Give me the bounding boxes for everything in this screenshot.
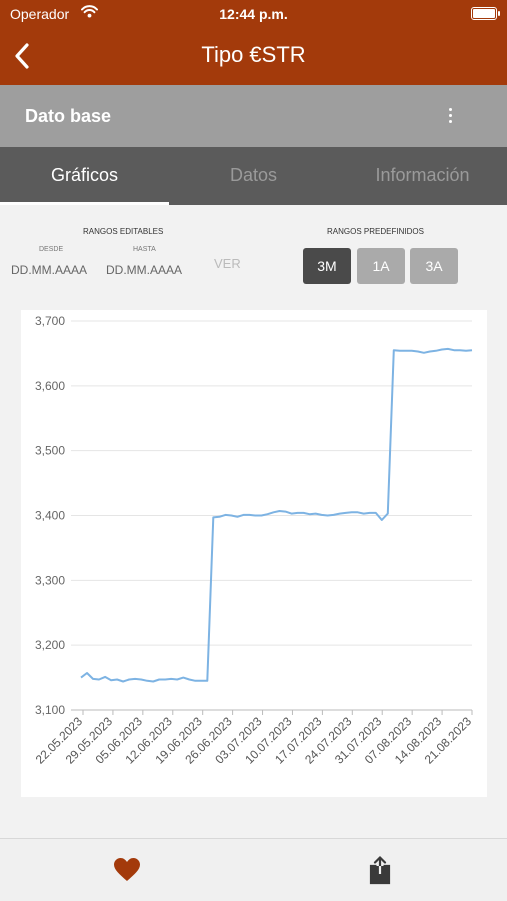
tab-bar: Gráficos Datos Información (0, 147, 507, 205)
predefined-ranges-title: RANGOS PREDEFINIDOS (327, 227, 424, 236)
more-vertical-icon (443, 108, 457, 123)
y-tick-label: 3,700 (35, 314, 65, 328)
tab-graficos[interactable]: Gráficos (0, 147, 169, 205)
battery-icon (471, 7, 500, 20)
y-tick-label: 3,200 (35, 638, 65, 652)
line-chart: 3,1003,2003,3003,4003,5003,6003,70022.05… (33, 314, 475, 767)
from-date-field[interactable]: DD.MM.AAAA (11, 263, 87, 277)
from-label: DESDE (39, 246, 64, 253)
bottom-bar (0, 838, 507, 901)
more-button[interactable] (443, 105, 457, 127)
page-title: Tipo €STR (201, 42, 306, 67)
heart-icon (113, 858, 141, 887)
y-tick-label: 3,300 (35, 573, 65, 587)
status-time: 12:44 p.m. (219, 6, 288, 22)
to-label: HASTA (133, 246, 156, 253)
tab-informacion[interactable]: Información (338, 147, 507, 205)
range-1a-button[interactable]: 1A (357, 248, 405, 284)
range-controls: RANGOS EDITABLES DESDE HASTA DD.MM.AAAA … (0, 205, 507, 305)
status-bar: Operador 12:44 p.m. (0, 0, 507, 28)
range-3a-button[interactable]: 3A (410, 248, 458, 284)
y-tick-label: 3,600 (35, 379, 65, 393)
sub-header: Dato base (0, 85, 507, 147)
share-button[interactable] (368, 855, 392, 890)
range-3m-button[interactable]: 3M (303, 248, 351, 284)
share-icon (368, 856, 392, 889)
editable-ranges-title: RANGOS EDITABLES (83, 227, 164, 236)
subheader-title: Dato base (25, 106, 112, 126)
y-tick-label: 3,500 (35, 444, 65, 458)
view-button[interactable]: VER (214, 256, 241, 271)
y-tick-label: 3,100 (35, 703, 65, 717)
to-date-field[interactable]: DD.MM.AAAA (106, 263, 182, 277)
favorite-button[interactable] (113, 857, 141, 888)
y-tick-label: 3,400 (35, 509, 65, 523)
tab-datos[interactable]: Datos (169, 147, 338, 205)
chart-card: 3,100 3,200 3,300 3,400 3,500 3,600 3,700 22.05… (21, 310, 487, 797)
nav-bar: Tipo €STR (0, 28, 507, 85)
